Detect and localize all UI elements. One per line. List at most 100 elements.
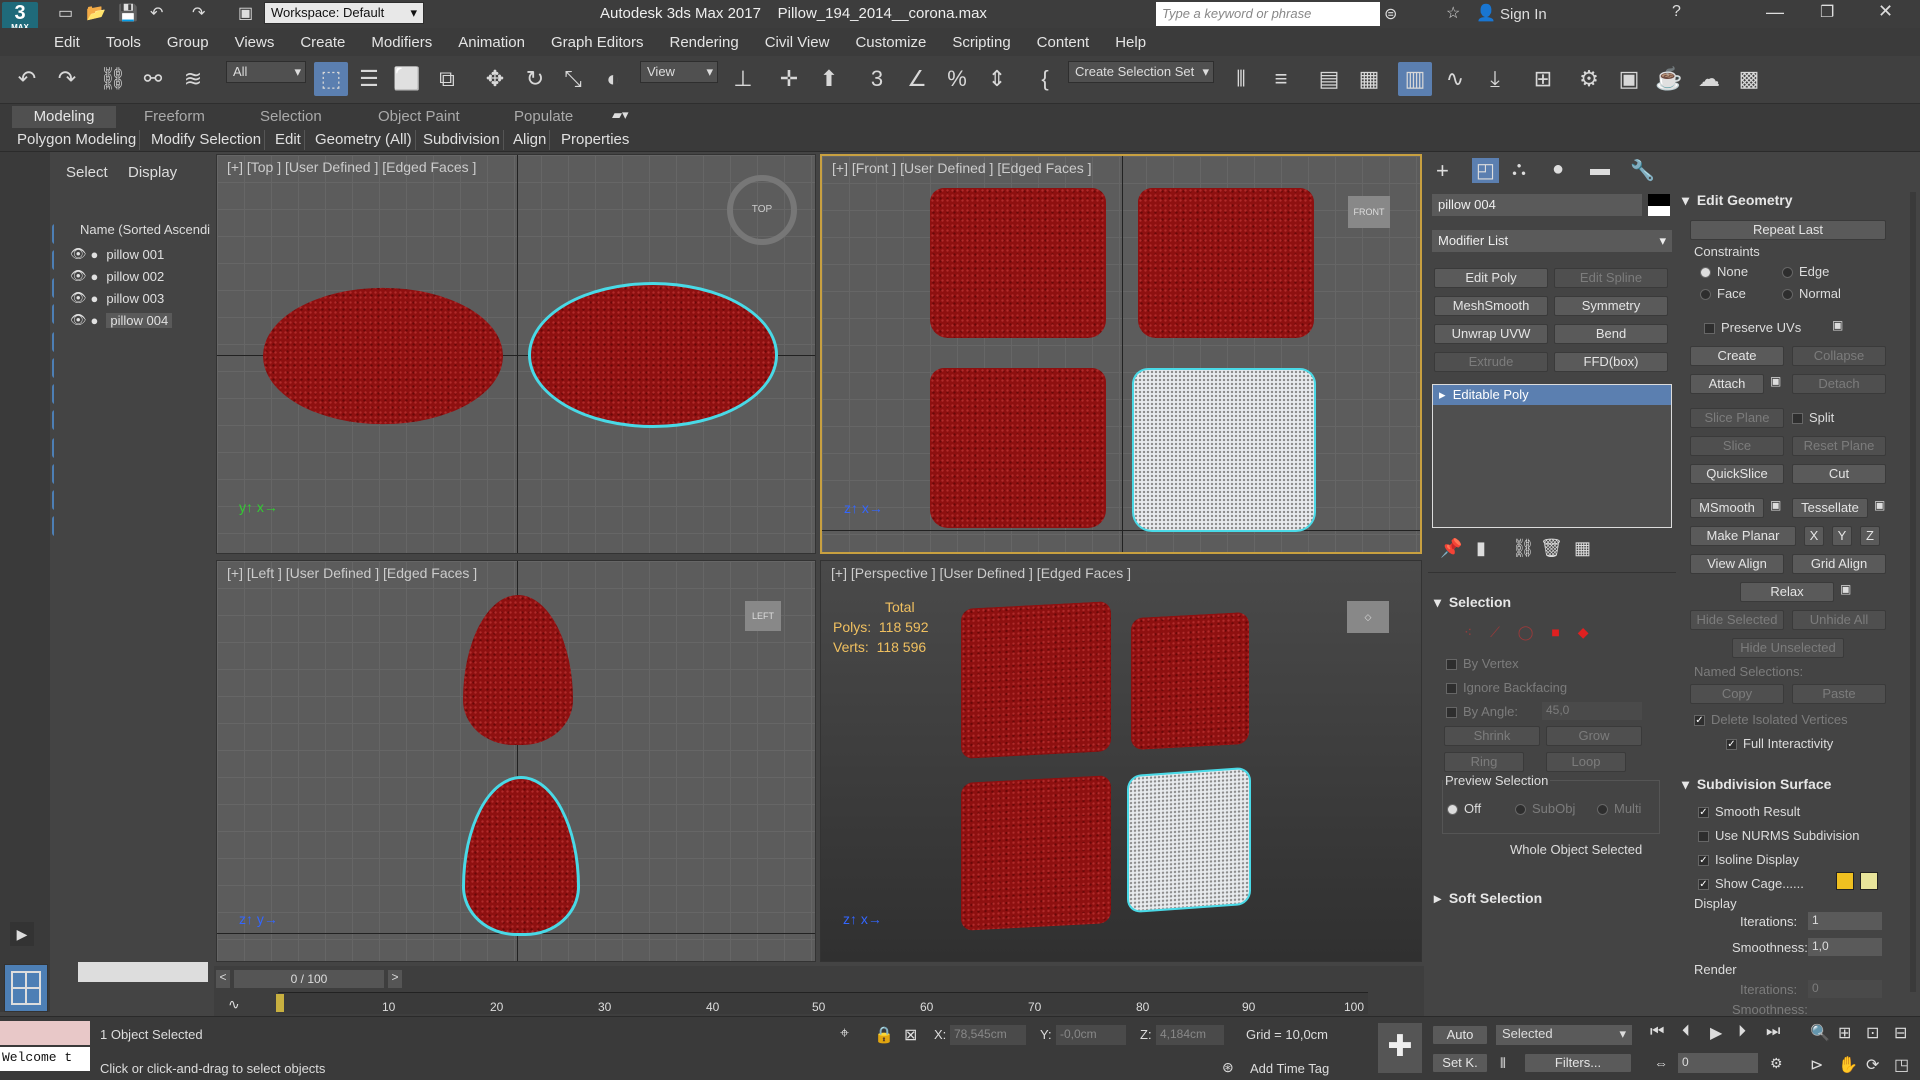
add-time-tag[interactable]: Add Time Tag xyxy=(1250,1061,1329,1076)
preview-multi-radio[interactable]: Multi xyxy=(1597,801,1641,816)
panel-modify-selection[interactable]: Modify Selection xyxy=(148,130,266,150)
maxscript-listener-input[interactable]: Welcome t xyxy=(0,1047,90,1071)
undo-icon[interactable]: ↶ xyxy=(10,62,44,96)
next-frame-icon[interactable]: ⏵ xyxy=(1738,1023,1746,1041)
pillow-004[interactable] xyxy=(1134,370,1314,530)
go-to-end-icon[interactable]: ⏭ xyxy=(1766,1023,1780,1041)
hierarchy-tab-icon[interactable]: ⛬ xyxy=(1512,158,1526,181)
tab-scene-display[interactable]: Display xyxy=(128,164,177,181)
layers-icon[interactable]: ▦ xyxy=(1352,62,1386,96)
utilities-tab-icon[interactable]: 🔧 xyxy=(1630,158,1655,183)
zoom-icon[interactable]: 🔍 xyxy=(1810,1023,1830,1043)
tab-modeling[interactable]: Modeling xyxy=(12,106,116,128)
workspace-dropdown[interactable]: Workspace: Default ▾ xyxy=(264,2,424,24)
spinner-snap-icon[interactable]: ⇕ xyxy=(980,62,1014,96)
viewcube-icon[interactable]: LEFT xyxy=(745,601,781,631)
next-frame-button[interactable]: > xyxy=(388,970,402,988)
copy-button[interactable]: Copy xyxy=(1690,684,1784,704)
scene-explorer-scrollbar[interactable] xyxy=(78,962,208,982)
repeat-last-button[interactable]: Repeat Last xyxy=(1690,220,1886,240)
render-cloud-icon[interactable]: ☁ xyxy=(1692,62,1726,96)
rendered-frame-window-icon[interactable]: ▣ xyxy=(1612,62,1646,96)
menu-tools[interactable]: Tools xyxy=(106,34,141,51)
user-icon[interactable]: 👤 xyxy=(1476,3,1496,23)
zoom-all-icon[interactable]: ⊞ xyxy=(1838,1023,1851,1043)
minimize-icon[interactable]: — xyxy=(1766,2,1784,23)
slice-plane-button[interactable]: Slice Plane xyxy=(1690,408,1784,428)
open-file-icon[interactable]: 📂 xyxy=(86,3,106,23)
rectangular-selection-icon[interactable]: ⬜ xyxy=(390,62,424,96)
edit-geometry-rollout-header[interactable]: ▾ Edit Geometry xyxy=(1682,192,1793,209)
rotate-icon[interactable]: ↻ xyxy=(518,62,552,96)
snaps-toggle-icon[interactable]: 3 xyxy=(860,62,894,96)
align-icon[interactable]: ≡ xyxy=(1264,62,1298,96)
eye-icon[interactable]: 👁 xyxy=(70,268,87,284)
render-setup-icon[interactable]: ⚙ xyxy=(1572,62,1606,96)
slice-button[interactable]: Slice xyxy=(1690,436,1784,456)
select-by-name-icon[interactable]: ☰ xyxy=(352,62,386,96)
prev-frame-button[interactable]: < xyxy=(216,970,230,988)
create-button[interactable]: Create xyxy=(1690,346,1784,366)
modifier-list-dropdown[interactable]: Modifier List ▾ xyxy=(1432,230,1672,252)
binoculars-icon[interactable]: ⊜ xyxy=(1384,4,1397,24)
paste-button[interactable]: Paste xyxy=(1792,684,1886,704)
delete-isolated-checkbox[interactable]: ✓ Delete Isolated Vertices xyxy=(1694,712,1848,727)
hide-unselected-button[interactable]: Hide Unselected xyxy=(1732,638,1844,658)
previous-frame-icon[interactable]: ⏴ xyxy=(1682,1023,1690,1041)
split-checkbox[interactable]: Split xyxy=(1792,410,1834,425)
percent-snap-icon[interactable]: % xyxy=(940,62,974,96)
menu-create[interactable]: Create xyxy=(300,34,345,51)
grow-button[interactable]: Grow xyxy=(1546,726,1642,746)
list-item[interactable]: 👁 ● pillow 003 xyxy=(70,288,200,308)
modify-tab-icon[interactable]: ◰ xyxy=(1472,158,1499,183)
redo-icon[interactable]: ↷ xyxy=(50,62,84,96)
move-icon[interactable]: ✥ xyxy=(478,62,512,96)
subdivision-rollout-header[interactable]: ▾ Subdivision Surface xyxy=(1682,776,1831,793)
angle-spinner[interactable]: 45,0 xyxy=(1542,702,1642,720)
attach-button[interactable]: Attach xyxy=(1690,374,1764,394)
pillow-003[interactable] xyxy=(961,775,1111,931)
ignore-backfacing-checkbox[interactable]: Ignore Backfacing xyxy=(1446,680,1567,695)
display-tab-icon[interactable]: ▬ xyxy=(1590,158,1610,181)
auto-key-button[interactable]: Auto xyxy=(1432,1025,1488,1045)
preserve-uvs-checkbox[interactable]: Preserve UVs xyxy=(1704,320,1801,335)
unhide-all-button[interactable]: Unhide All xyxy=(1792,610,1886,630)
menu-edit[interactable]: Edit xyxy=(54,34,80,51)
sign-in-link[interactable]: Sign In xyxy=(1500,6,1547,23)
motion-tab-icon[interactable]: ● xyxy=(1552,158,1564,181)
current-frame-field[interactable]: 0 xyxy=(1678,1053,1758,1073)
viewport-top[interactable]: [+] [Top ] [User Defined ] [Edged Faces … xyxy=(216,154,816,554)
configure-sets-icon[interactable]: ▦ xyxy=(1574,538,1591,559)
msmooth-settings-icon[interactable]: ▣ xyxy=(1770,498,1781,512)
constraint-normal-radio[interactable]: Normal xyxy=(1782,286,1841,301)
time-tag-icon[interactable]: ⊛ xyxy=(1222,1059,1234,1076)
show-end-result-icon[interactable]: ▮ xyxy=(1476,538,1486,559)
panel-edit[interactable]: Edit xyxy=(272,130,305,150)
constraint-none-radio[interactable]: None xyxy=(1700,264,1748,279)
set-key-icon[interactable]: ✚ xyxy=(1378,1023,1422,1073)
object-color-swatch[interactable] xyxy=(1648,194,1670,216)
create-selection-set-dropdown[interactable]: Create Selection Set ▾ xyxy=(1068,61,1214,83)
viewport-left[interactable]: [+] [Left ] [User Defined ] [Edged Faces… xyxy=(216,560,816,962)
list-item[interactable]: 👁 ● pillow 001 xyxy=(70,244,200,264)
curve-editor-icon[interactable]: ∿ xyxy=(1438,62,1472,96)
soft-selection-rollout-header[interactable]: ▸ Soft Selection xyxy=(1434,890,1542,907)
constraint-face-radio[interactable]: Face xyxy=(1700,286,1746,301)
smooth-result-checkbox[interactable]: ✓ Smooth Result xyxy=(1698,804,1800,819)
tab-freeform[interactable]: Freeform xyxy=(132,106,217,128)
make-planar-button[interactable]: Make Planar xyxy=(1690,526,1796,546)
isolate-selection-icon[interactable]: ⌖ xyxy=(840,1025,849,1043)
toggle-ribbon-icon[interactable]: ▥ xyxy=(1398,62,1432,96)
angle-snap-icon[interactable]: ∠ xyxy=(900,62,934,96)
hide-selected-button[interactable]: Hide Selected xyxy=(1690,610,1784,630)
close-icon[interactable]: ✕ xyxy=(1878,1,1893,22)
list-item[interactable]: 👁 ● pillow 002 xyxy=(70,266,200,286)
pillow-004-top[interactable] xyxy=(531,285,775,425)
vertex-icon[interactable]: ⁖ xyxy=(1464,624,1472,640)
schematic-view-icon[interactable]: ⤓ xyxy=(1478,62,1512,96)
select-object-icon[interactable]: ⬚ xyxy=(314,62,348,96)
preview-off-radio[interactable]: Off xyxy=(1447,801,1481,816)
select-manipulate-icon[interactable]: ✛ xyxy=(772,62,806,96)
tab-populate[interactable]: Populate xyxy=(502,106,585,128)
edit-poly-button[interactable]: Edit Poly xyxy=(1434,268,1548,288)
